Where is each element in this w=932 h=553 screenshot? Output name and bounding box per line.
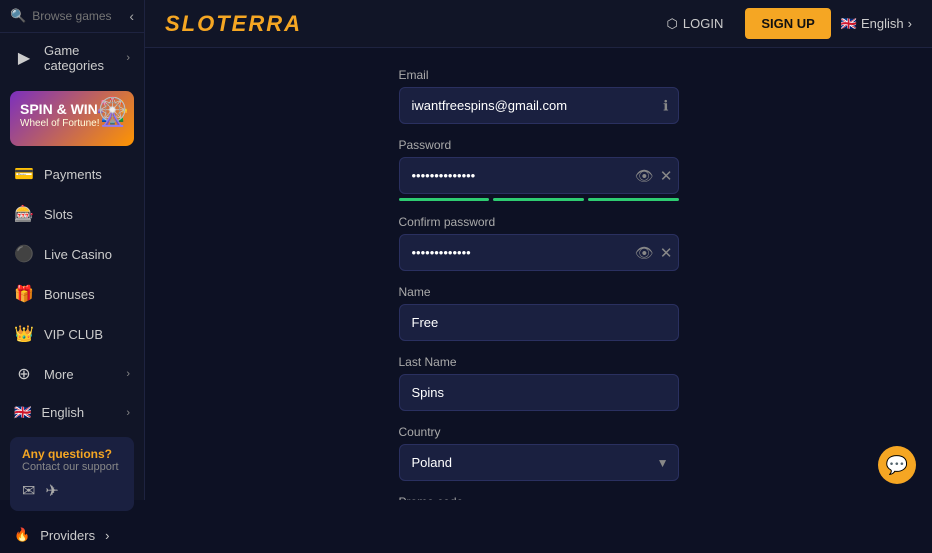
password-clear-icon[interactable]: ✕ [660, 167, 673, 185]
spin-wheel-icon: 🎡 [95, 95, 130, 128]
password-toggle-icon[interactable]: 👁 [635, 167, 654, 185]
password-input-wrap: 👁 ✕ [399, 157, 679, 194]
header-language-label: English [861, 16, 904, 31]
email-label: Email [399, 68, 679, 82]
more-chevron-icon: › [126, 368, 130, 380]
form-area: Email ℹ Password 👁 ✕ [145, 48, 932, 500]
more-icon: ⊕ [14, 364, 34, 384]
vip-icon: 👑 [14, 324, 34, 344]
collapse-sidebar-button[interactable]: ‹ [129, 8, 134, 24]
flag-icon: 🇬🇧 [14, 404, 31, 421]
language-button[interactable]: 🇬🇧 English › [841, 16, 912, 32]
chat-button[interactable]: 💬 [878, 446, 916, 484]
support-title: Any questions? [22, 447, 122, 461]
country-group: Country Poland Germany France Spain Ital… [399, 425, 679, 481]
registration-form: Email ℹ Password 👁 ✕ [399, 68, 679, 480]
language-chevron-icon: › [126, 407, 130, 419]
sidebar-label-game-categories: Game categories [44, 43, 116, 73]
sidebar-item-live-casino[interactable]: ⚫ Live Casino [0, 234, 144, 274]
country-select[interactable]: Poland Germany France Spain Italy [399, 444, 679, 481]
password-label: Password [399, 138, 679, 152]
header-chevron-icon: › [908, 16, 912, 31]
header-actions: ⬡ LOGIN SIGN UP 🇬🇧 English › [655, 8, 912, 39]
chat-icon: 💬 [886, 455, 908, 476]
last-name-group: Last Name [399, 355, 679, 411]
providers-icon: 🔥 [14, 527, 30, 543]
signup-label: SIGN UP [761, 16, 814, 31]
strength-segment-3 [588, 198, 679, 201]
email-field[interactable] [399, 87, 679, 124]
sidebar-label-payments: Payments [44, 167, 130, 182]
sidebar-item-bonuses[interactable]: 🎁 Bonuses [0, 274, 144, 314]
header: SLOTERRA ⬡ LOGIN SIGN UP 🇬🇧 English › [145, 0, 932, 48]
search-input[interactable] [32, 9, 123, 23]
telegram-support-button[interactable]: ✈ [45, 481, 58, 501]
live-casino-icon: ⚫ [14, 244, 34, 264]
spin-subtitle: Wheel of Fortune! [20, 118, 99, 129]
support-subtitle: Contact our support [22, 461, 122, 473]
search-bar: 🔍 ‹ [0, 0, 144, 33]
search-icon: 🔍 [10, 8, 26, 24]
password-strength-bar [399, 198, 679, 201]
confirm-password-icons: 👁 ✕ [635, 244, 673, 262]
signup-button[interactable]: SIGN UP [745, 8, 830, 39]
strength-segment-1 [399, 198, 490, 201]
sidebar-item-more[interactable]: ⊕ More › [0, 354, 144, 394]
sidebar-item-vip-club[interactable]: 👑 VIP CLUB [0, 314, 144, 354]
name-field[interactable] [399, 304, 679, 341]
providers-chevron-icon: › [105, 528, 109, 543]
last-name-field[interactable] [399, 374, 679, 411]
email-input-wrap: ℹ [399, 87, 679, 124]
email-support-button[interactable]: ✉ [22, 481, 35, 501]
name-input-wrap [399, 304, 679, 341]
strength-segment-2 [493, 198, 584, 201]
sidebar-item-providers[interactable]: 🔥 Providers › [0, 517, 144, 553]
sidebar-label-more: More [44, 367, 116, 382]
sidebar-label-bonuses: Bonuses [44, 287, 130, 302]
sidebar: 🔍 ‹ ▶ Game categories › SPIN & WIN Wheel… [0, 0, 145, 500]
confirm-password-clear-icon[interactable]: ✕ [660, 244, 673, 262]
name-label: Name [399, 285, 679, 299]
country-select-wrap: Poland Germany France Spain Italy ▼ [399, 444, 679, 481]
sidebar-label-slots: Slots [44, 207, 130, 222]
name-group: Name [399, 285, 679, 341]
confirm-password-label: Confirm password [399, 215, 679, 229]
header-flag-icon: 🇬🇧 [841, 16, 857, 32]
promo-group: Promo code ✓ BBCASINOS30 ✕ EUR USD GBP ▼ [399, 495, 679, 500]
slots-icon: 🎰 [14, 204, 34, 224]
bonuses-icon: 🎁 [14, 284, 34, 304]
last-name-label: Last Name [399, 355, 679, 369]
country-label: Country [399, 425, 679, 439]
payments-icon: 💳 [14, 164, 34, 184]
last-name-input-wrap [399, 374, 679, 411]
confirm-password-group: Confirm password 👁 ✕ [399, 215, 679, 271]
chevron-right-icon: › [126, 52, 130, 64]
sidebar-label-vip-club: VIP CLUB [44, 327, 130, 342]
email-group: Email ℹ [399, 68, 679, 124]
spin-title: SPIN & WIN [20, 101, 98, 118]
game-categories-icon: ▶ [14, 48, 34, 68]
promo-label: Promo code [399, 495, 679, 500]
sidebar-item-payments[interactable]: 💳 Payments [0, 154, 144, 194]
password-icons: 👁 ✕ [635, 167, 673, 185]
sidebar-item-language[interactable]: 🇬🇧 English › [0, 394, 144, 431]
login-button[interactable]: ⬡ LOGIN [655, 10, 736, 38]
sidebar-label-live-casino: Live Casino [44, 247, 130, 262]
spin-banner[interactable]: SPIN & WIN Wheel of Fortune! 🎡 [10, 91, 134, 146]
confirm-password-toggle-icon[interactable]: 👁 [635, 244, 654, 262]
sidebar-label-english: English [41, 405, 116, 420]
main-content: SLOTERRA ⬡ LOGIN SIGN UP 🇬🇧 English › Em… [145, 0, 932, 500]
password-group: Password 👁 ✕ [399, 138, 679, 201]
sidebar-label-providers: Providers [40, 528, 95, 543]
login-label: LOGIN [683, 16, 723, 31]
login-icon: ⬡ [667, 16, 678, 32]
email-info-icon[interactable]: ℹ [663, 97, 668, 114]
logo: SLOTERRA [165, 11, 302, 37]
confirm-password-input-wrap: 👁 ✕ [399, 234, 679, 271]
support-icons: ✉ ✈ [22, 481, 122, 501]
sidebar-item-game-categories[interactable]: ▶ Game categories › [0, 33, 144, 83]
sidebar-item-slots[interactable]: 🎰 Slots [0, 194, 144, 234]
